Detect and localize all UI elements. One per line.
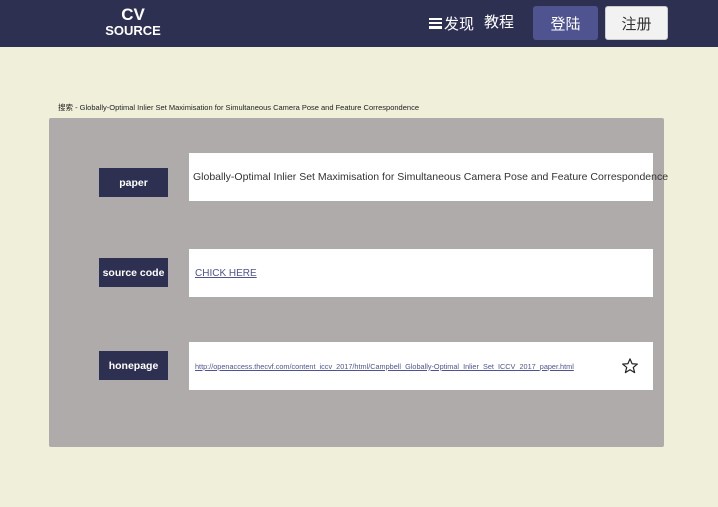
- register-button[interactable]: 注册: [605, 6, 668, 40]
- menu-icon: [429, 17, 442, 29]
- homepage-field: http://openaccess.thecvf.com/content_icc…: [189, 342, 653, 390]
- nav-discover[interactable]: 发现: [429, 13, 474, 33]
- breadcrumb: 搜索 - Globally-Optimal Inlier Set Maximis…: [58, 103, 419, 112]
- homepage-link[interactable]: http://openaccess.thecvf.com/content_icc…: [195, 362, 574, 371]
- logo-line2: SOURCE: [105, 23, 161, 38]
- login-button[interactable]: 登陆: [533, 6, 598, 40]
- logo-line1: CV: [121, 5, 145, 24]
- top-navbar: CV SOURCE 发现 教程 登陆 注册: [0, 0, 718, 47]
- nav-discover-label: 发现: [444, 15, 475, 33]
- source-code-label: source code: [99, 258, 168, 287]
- paper-field: Globally-Optimal Inlier Set Maximisation…: [189, 153, 668, 201]
- source-code-field: CHICK HERE: [189, 249, 653, 297]
- logo[interactable]: CV SOURCE: [100, 6, 166, 37]
- nav-tutorial[interactable]: 教程: [484, 13, 514, 33]
- star-icon[interactable]: [621, 357, 639, 375]
- source-code-link[interactable]: CHICK HERE: [195, 268, 257, 279]
- homepage-label: honepage: [99, 351, 168, 380]
- paper-label: paper: [99, 168, 168, 197]
- paper-title: Globally-Optimal Inlier Set Maximisation…: [193, 171, 669, 183]
